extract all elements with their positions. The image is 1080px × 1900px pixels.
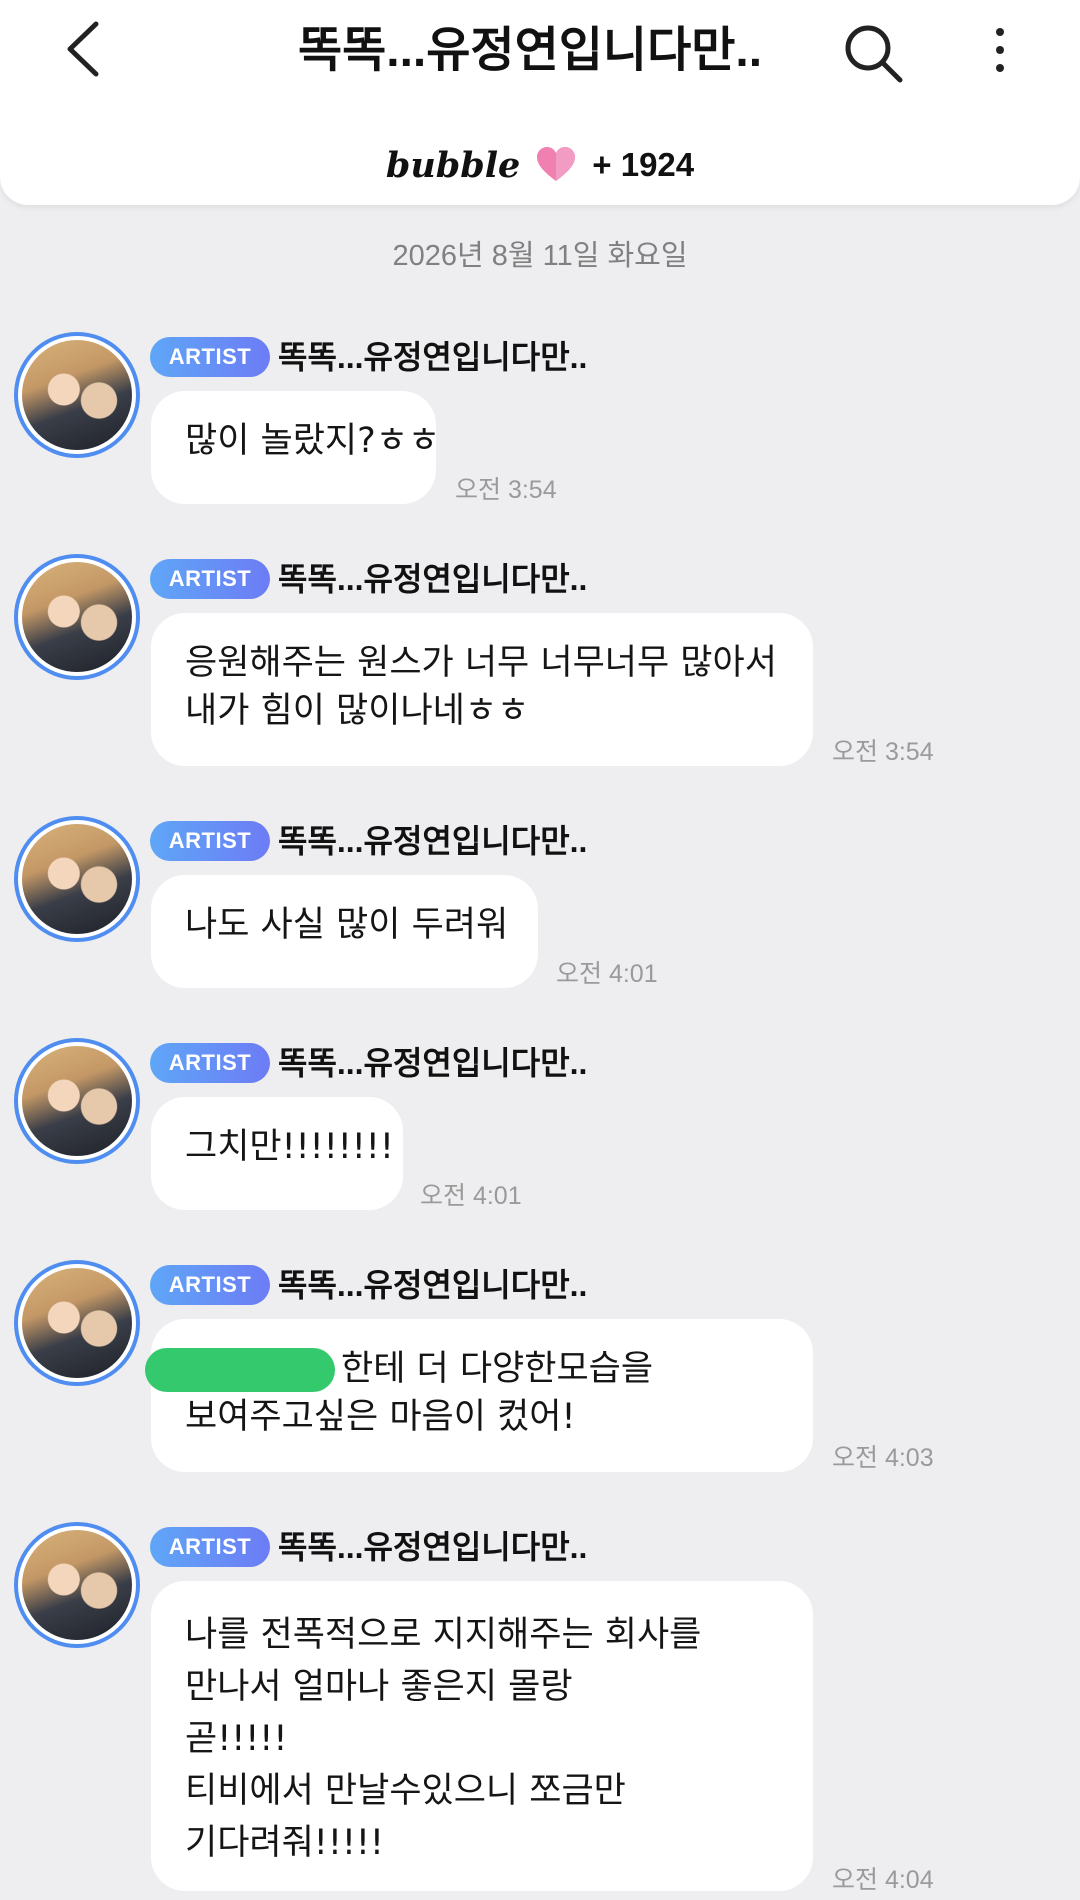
bubble-counter: bubble + 1924	[0, 140, 1080, 190]
avatar[interactable]	[14, 1038, 140, 1164]
message-time: 오전 4:04	[832, 1866, 934, 1894]
date-separator: 2026년 8월 11일 화요일	[392, 240, 688, 272]
chat-header: 똑똑...유정연입니다만.. bubble + 1924	[0, 0, 1080, 205]
avatar[interactable]	[14, 1260, 140, 1386]
bubble-logo: bubble	[385, 144, 521, 186]
message-text: 보여주고싶은 마음이 컸어!	[185, 1397, 576, 1437]
sender-name: 똑똑...유정연입니다만..	[278, 339, 588, 375]
sender-name: 똑똑...유정연입니다만..	[278, 561, 588, 597]
message-bubble[interactable]: 한테 더 다양한모습을 보여주고싶은 마음이 컸어!	[145, 1319, 813, 1472]
message-text: 티비에서 만날수있으니 쪼금만	[185, 1771, 626, 1811]
message-bubble[interactable]: 나도 사실 많이 두려워	[151, 875, 538, 988]
message-bubble[interactable]: 나를 전폭적으로 지지해주는 회사를 만나서 얼마나 좋은지 몰랑 곧!!!!!…	[151, 1581, 813, 1891]
message-text: 많이 놀랐지?ㅎㅎ	[185, 421, 441, 461]
message-time: 오전 4:03	[832, 1444, 934, 1472]
artist-badge: ARTIST	[150, 1527, 270, 1567]
message-text: 내가 힘이 많이나네ㅎㅎ	[185, 691, 530, 731]
message-bubble[interactable]: 많이 놀랐지?ㅎㅎ	[151, 391, 441, 504]
artist-badge: ARTIST	[150, 1043, 270, 1083]
sender-name: 똑똑...유정연입니다만..	[278, 1267, 588, 1303]
message-text: 응원해주는 원스가 너무 너무너무 많아서	[185, 643, 777, 683]
message-text: 한테 더 다양한모습을	[341, 1349, 654, 1389]
chat-title: 똑똑...유정연입니다만..	[297, 24, 763, 77]
sender-name: 똑똑...유정연입니다만..	[278, 823, 588, 859]
message-text: 기다려줘!!!!!	[185, 1823, 384, 1863]
censor-mark	[145, 1348, 335, 1392]
artist-badge: ARTIST	[150, 559, 270, 599]
avatar[interactable]	[14, 1522, 140, 1648]
sender-name: 똑똑...유정연입니다만..	[278, 1529, 588, 1565]
avatar[interactable]	[14, 816, 140, 942]
message-text: 나를 전폭적으로 지지해주는 회사를	[185, 1615, 702, 1655]
message-time: 오전 4:01	[420, 1182, 522, 1210]
message-text: 곧!!!!!	[185, 1719, 288, 1759]
more-vertical-icon[interactable]	[980, 18, 1020, 88]
message-time: 오전 3:54	[832, 738, 934, 766]
message-text: 그치만!!!!!!!!	[185, 1127, 394, 1167]
message-bubble[interactable]: 그치만!!!!!!!!	[151, 1097, 403, 1210]
artist-badge: ARTIST	[150, 337, 270, 377]
artist-badge: ARTIST	[150, 821, 270, 861]
heart-icon	[534, 145, 578, 185]
message-text: 나도 사실 많이 두려워	[185, 905, 509, 945]
artist-badge: ARTIST	[150, 1265, 270, 1305]
chevron-left-icon[interactable]	[56, 14, 116, 84]
avatar[interactable]	[14, 554, 140, 680]
search-icon[interactable]	[838, 18, 908, 88]
avatar[interactable]	[14, 332, 140, 458]
message-time: 오전 3:54	[455, 476, 557, 504]
message-bubble[interactable]: 응원해주는 원스가 너무 너무너무 많아서 내가 힘이 많이나네ㅎㅎ	[151, 613, 813, 766]
message-time: 오전 4:01	[556, 960, 658, 988]
bubble-count: + 1924	[592, 146, 695, 183]
message-text: 만나서 얼마나 좋은지 몰랑	[185, 1667, 573, 1707]
sender-name: 똑똑...유정연입니다만..	[278, 1045, 588, 1081]
